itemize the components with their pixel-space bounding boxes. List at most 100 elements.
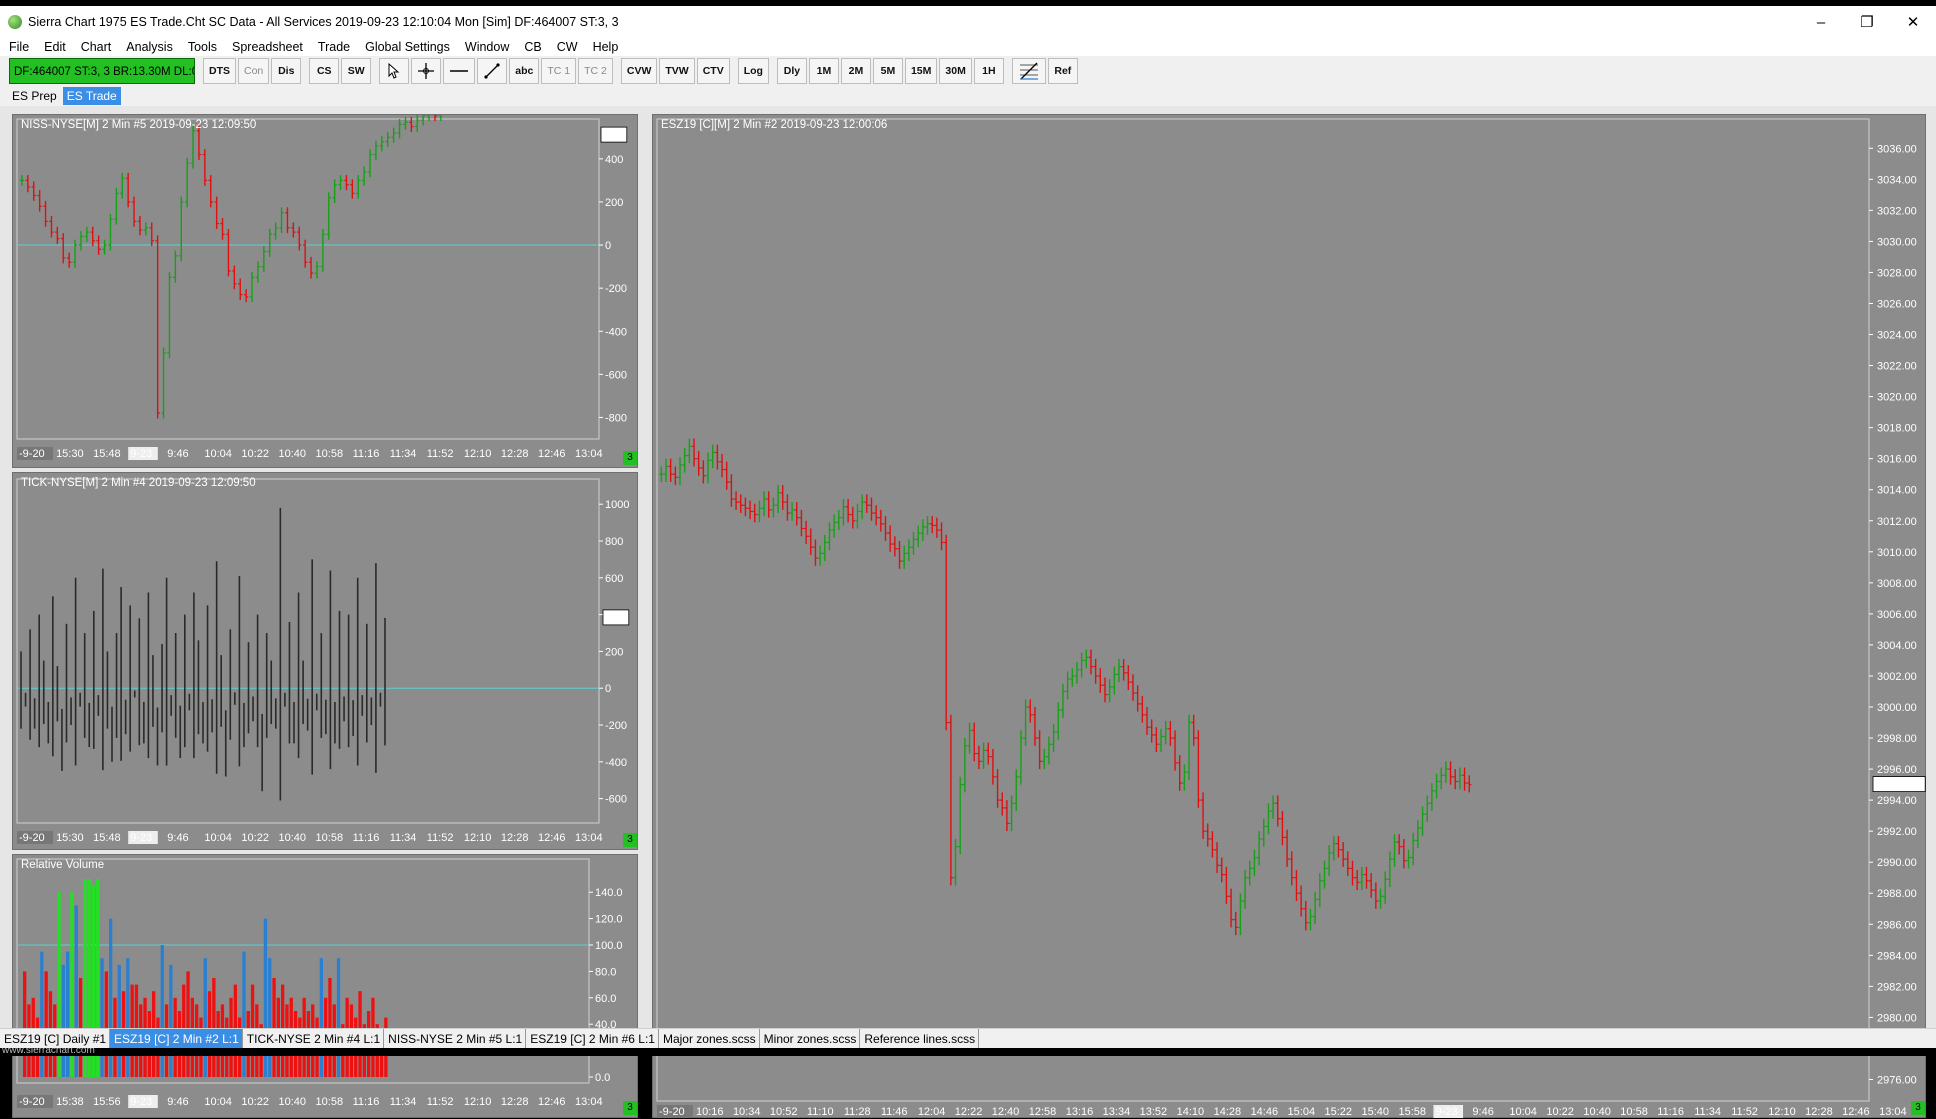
- menu-edit[interactable]: Edit: [35, 40, 72, 54]
- volume-chart-svg[interactable]: 140.0120.0100.080.060.040.020.00.0-9-201…: [13, 855, 639, 1119]
- connection-status-box[interactable]: DF:464007 ST:3, 3 BR:13.30M DL:0: [9, 58, 195, 84]
- volume-x-tick-label: 9:46: [167, 1096, 188, 1108]
- tick-corner-badge[interactable]: 3: [623, 833, 637, 847]
- es-corner-badge[interactable]: 3: [1911, 1101, 1925, 1115]
- niss-chart-svg[interactable]: 400 200 0 -200 -400 -600 -800 487 -9-20 15:30 15:4…: [13, 115, 639, 469]
- ref-button[interactable]: Ref: [1047, 58, 1078, 84]
- niss-plot-frame: [16, 118, 600, 440]
- menu-window[interactable]: Window: [456, 40, 515, 54]
- es-x-tick-label: 15:22: [1325, 1106, 1353, 1118]
- chart-tab-niss-nyse[interactable]: NISS-NYSE 2 Min #5 L:1: [384, 1028, 527, 1049]
- volume-x-tick-label: 10:04: [204, 1096, 232, 1108]
- es-x-tick-label: 12:40: [992, 1106, 1020, 1118]
- tick-x-tick-label: 11:52: [427, 832, 454, 844]
- es-x-tick-label: 10:16: [696, 1106, 724, 1118]
- es-y-tick-label: 3026.00: [1877, 298, 1917, 310]
- niss-x-tick-label: 11:34: [390, 448, 417, 460]
- ctv-button[interactable]: CTV: [696, 58, 730, 84]
- menu-cw[interactable]: CW: [548, 40, 584, 54]
- volume-bar: [40, 951, 44, 1077]
- disconnect-button[interactable]: Dis: [271, 58, 302, 84]
- chartbook-tab-es-trade[interactable]: ES Trade: [62, 86, 121, 105]
- daily-button[interactable]: Dly: [776, 58, 807, 84]
- volume-chart-panel[interactable]: 140.0120.0100.080.060.040.020.00.0-9-201…: [12, 854, 638, 1118]
- crosshair-tool-button[interactable]: [411, 58, 442, 84]
- horizontal-line-icon: [450, 70, 469, 72]
- volume-x-tick-label: -9-20: [19, 1096, 45, 1108]
- chartbook-tab-es-prep[interactable]: ES Prep: [8, 87, 61, 105]
- tick-x-tick-label: 13:04: [575, 832, 603, 844]
- menu-trade[interactable]: Trade: [309, 40, 356, 54]
- chart-tab-minor-zones[interactable]: Minor zones.scss: [760, 1028, 861, 1049]
- 2m-button[interactable]: 2M: [840, 58, 871, 84]
- volume-corner-badge[interactable]: 3: [623, 1101, 637, 1115]
- log-scale-button[interactable]: Log: [737, 58, 769, 84]
- tick-chart-svg[interactable]: 10008006004002000-200-400-600382-9-2015:…: [13, 473, 639, 851]
- 5m-button[interactable]: 5M: [872, 58, 903, 84]
- chart-tab-esz19-daily[interactable]: ESZ19 [C] Daily #1: [0, 1028, 111, 1049]
- minimize-button[interactable]: –: [1798, 6, 1844, 38]
- volume-bar: [203, 958, 207, 1077]
- menu-file[interactable]: File: [0, 40, 35, 54]
- volume-x-tick-label: 15:56: [93, 1096, 121, 1108]
- fib-tool-button[interactable]: [1011, 58, 1046, 84]
- volume-bar: [61, 964, 65, 1077]
- menu-cb[interactable]: CB: [515, 40, 547, 54]
- tick-y-tick-label: 1000: [605, 499, 629, 511]
- niss-x-tick-label: 12:46: [538, 448, 566, 460]
- pointer-tool-button[interactable]: [379, 58, 410, 84]
- sw-button[interactable]: SW: [341, 58, 372, 84]
- ray-line-tool-button[interactable]: [477, 58, 508, 84]
- chart-tab-reference-lines[interactable]: Reference lines.scss: [860, 1028, 980, 1049]
- horizontal-line-tool-button[interactable]: [443, 58, 476, 84]
- menu-analysis[interactable]: Analysis: [117, 40, 179, 54]
- cs-button[interactable]: CS: [309, 58, 340, 84]
- tick-y-tick-label: 600: [605, 573, 623, 585]
- tick-y-tick-label: 200: [605, 646, 623, 658]
- close-button[interactable]: ✕: [1890, 6, 1936, 38]
- es-y-tick-label: 2992.00: [1877, 826, 1917, 838]
- chart-tab-major-zones[interactable]: Major zones.scss: [659, 1028, 760, 1049]
- es-x-tick-label: 13:04: [1879, 1106, 1907, 1118]
- es-x-tick-label: 11:34: [1694, 1106, 1721, 1118]
- es-y-tick-label: 2976.00: [1877, 1074, 1917, 1086]
- connect-button[interactable]: Con: [238, 58, 270, 84]
- tvw-button[interactable]: TVW: [659, 58, 695, 84]
- niss-corner-badge[interactable]: 3: [623, 451, 637, 465]
- 1h-button[interactable]: 1H: [973, 58, 1004, 84]
- tick-chart-panel[interactable]: 10008006004002000-200-400-600382-9-2015:…: [12, 472, 638, 850]
- 1m-button[interactable]: 1M: [808, 58, 839, 84]
- cvw-button[interactable]: CVW: [620, 58, 658, 84]
- footer-url[interactable]: www.sierrachart.com: [2, 1048, 95, 1056]
- niss-x-tick-label: 11:52: [427, 448, 454, 460]
- menu-help[interactable]: Help: [584, 40, 625, 54]
- niss-y-tick-label: 400: [605, 154, 623, 166]
- tick-y-tick-label: 800: [605, 536, 623, 548]
- niss-chart-panel[interactable]: 400 200 0 -200 -400 -600 -800 487 -9-20 15:30 15:4…: [12, 114, 638, 468]
- es-x-tick-label: 10:04: [1509, 1106, 1537, 1118]
- volume-bar: [100, 958, 104, 1077]
- 30m-button[interactable]: 30M: [939, 58, 972, 84]
- 15m-button[interactable]: 15M: [904, 58, 938, 84]
- niss-chart-title: NISS-NYSE[M] 2 Min #5 2019-09-23 12:09:5…: [21, 119, 257, 131]
- menu-spreadsheet[interactable]: Spreadsheet: [223, 40, 309, 54]
- maximize-button[interactable]: ❐: [1844, 6, 1890, 38]
- menu-tools[interactable]: Tools: [179, 40, 223, 54]
- title-bar[interactable]: Sierra Chart 1975 ES Trade.Cht SC Data -…: [0, 0, 1936, 38]
- text-tool-button[interactable]: abc: [509, 58, 540, 84]
- chart-tab-tick-nyse[interactable]: TICK-NYSE 2 Min #4 L:1: [243, 1028, 385, 1049]
- es-x-tick-label: 15:58: [1398, 1106, 1426, 1118]
- chart-tab-esz19-2min-6[interactable]: ESZ19 [C] 2 Min #6 L:1: [526, 1028, 659, 1049]
- niss-y-tick-label: -400: [605, 326, 627, 338]
- tc2-button[interactable]: TC 2: [578, 58, 613, 84]
- chart-tab-esz19-2min-2[interactable]: ESZ19 [C] 2 Min #2 L:1: [110, 1028, 243, 1049]
- es-x-tick-label: 13:52: [1140, 1106, 1168, 1118]
- tc1-button[interactable]: TC 1: [541, 58, 577, 84]
- dts-button[interactable]: DTS: [203, 58, 236, 84]
- menu-global-settings[interactable]: Global Settings: [356, 40, 456, 54]
- menu-chart[interactable]: Chart: [72, 40, 118, 54]
- es-chart-panel[interactable]: 3036.00 3034.00 3032.00 3030.00 3028.00 3026.…: [652, 114, 1926, 1118]
- es-chart-svg[interactable]: 3036.00 3034.00 3032.00 3030.00 3028.00 3026.…: [653, 115, 1927, 1119]
- volume-x-tick-label: 10:22: [241, 1096, 269, 1108]
- niss-y-tick-label: 200: [605, 197, 623, 209]
